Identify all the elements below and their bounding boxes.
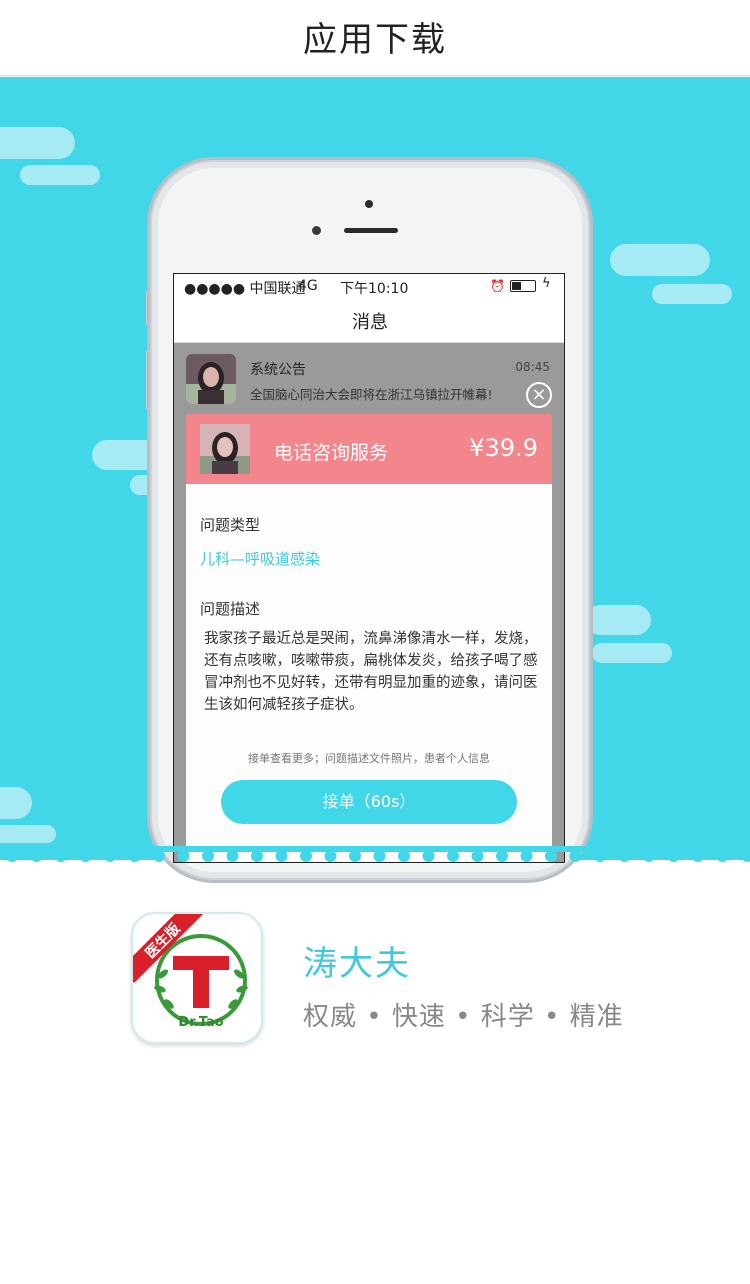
message-time: 08:45 (515, 360, 550, 374)
cloud-decoration (0, 127, 75, 159)
app-logo[interactable]: Dr.Tao 医生版 (131, 912, 263, 1044)
message-text: 全国脑心同治大会即将在浙江乌镇拉开帷幕! (250, 387, 493, 402)
problem-desc-label: 问题描述 (200, 600, 261, 618)
phone-screen: ●●●●● 中国联通 4G 下午10:10 ⏰ ϟ 消息 系统公告 08:45 … (173, 273, 565, 863)
app-name: 涛大夫 (303, 944, 411, 984)
charging-icon: ϟ (542, 276, 551, 291)
phone-sensor (312, 226, 321, 235)
avatar (200, 424, 250, 474)
accept-order-button[interactable]: 接单（60s） (221, 780, 517, 824)
status-bar: ●●●●● 中国联通 4G 下午10:10 ⏰ ϟ (174, 274, 564, 300)
card-header: 电话咨询服务 ¥39.9 (186, 414, 552, 484)
header-bar: 应用下载 (0, 0, 750, 76)
problem-description: 我家孩子最近总是哭闹，流鼻涕像清水一样，发烧，还有点咳嗽，咳嗽带痰，扁桃体发炎，… (204, 631, 538, 713)
network-type: 4G (298, 278, 318, 294)
clock: 下午10:10 (340, 281, 409, 297)
scallop-divider (0, 846, 750, 870)
service-name: 电话咨询服务 (274, 442, 389, 464)
hint-text: 接单查看更多；问题描述文件照片，患者个人信息 (248, 752, 490, 765)
app-slogan: 权威 • 快速 • 科学 • 精准 (303, 1002, 624, 1032)
avatar (186, 354, 236, 404)
battery-icon (510, 280, 536, 292)
brand-text: Dr.Tao (178, 1015, 223, 1030)
service-price: ¥39.9 (469, 434, 538, 462)
phone-speaker (344, 228, 398, 233)
alarm-icon: ⏰ (490, 279, 505, 293)
close-icon[interactable]: × (526, 382, 552, 408)
carrier: ●●●●● 中国联通 (184, 281, 306, 297)
page-title: 应用下载 (303, 20, 447, 60)
message-title: 系统公告 (250, 362, 306, 378)
order-card: 电话咨询服务 ¥39.9 问题类型 儿科—呼吸道感染 问题描述 我家孩子最近总是… (186, 414, 552, 862)
nav-title: 消息 (352, 312, 388, 333)
problem-type-label: 问题类型 (200, 516, 261, 534)
phone-camera (365, 200, 373, 208)
problem-type-value: 儿科—呼吸道感染 (200, 550, 321, 568)
